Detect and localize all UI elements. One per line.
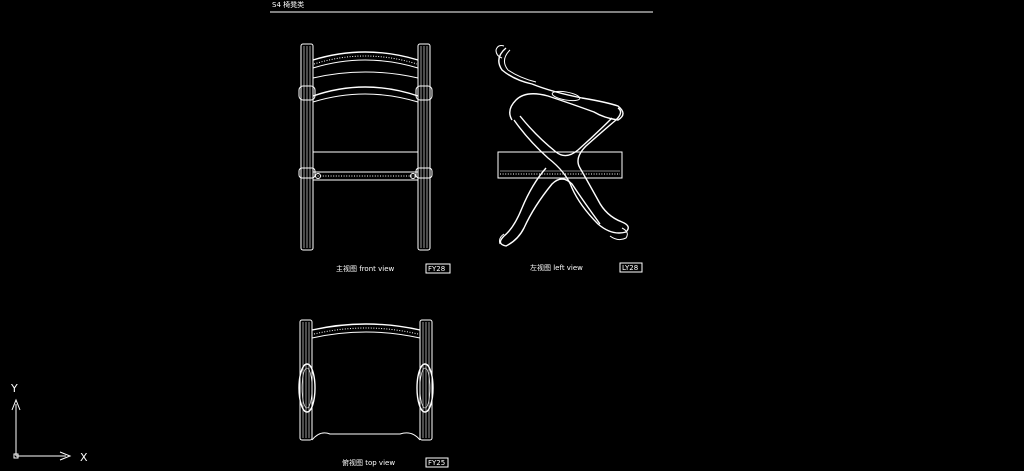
top-view-caption: 俯视图 top view — [342, 458, 395, 467]
sheet-header: S4 椅凳类 — [270, 0, 653, 13]
front-view-left-post — [298, 43, 316, 251]
front-view-top-rail — [312, 51, 419, 79]
left-view-tag: LY28 — [619, 262, 643, 273]
left-view-seat — [497, 151, 623, 179]
sheet-title: S4 椅凳类 — [272, 0, 304, 9]
top-view-seat-front — [311, 432, 421, 441]
front-view-right-post — [415, 43, 433, 251]
top-view[interactable]: 俯视图 top view FY25 — [298, 319, 449, 468]
ucs-y-label: Y — [10, 382, 18, 395]
ucs-icon: Y X — [10, 382, 88, 464]
left-view-caption: 左视图 left view — [530, 263, 583, 272]
top-view-back-rail — [311, 323, 421, 339]
left-view-arm — [495, 45, 624, 121]
front-view-backrest — [312, 86, 419, 103]
front-view-seat — [313, 151, 418, 181]
front-view-tag: FY28 — [425, 263, 451, 274]
ucs-x-label: X — [80, 451, 88, 464]
front-view[interactable]: 主视图 front view FY28 — [298, 43, 451, 274]
svg-text:LY28: LY28 — [622, 264, 638, 272]
left-view-x-frame — [499, 107, 629, 247]
front-view-caption: 主视图 front view — [336, 264, 394, 273]
svg-text:FY28: FY28 — [428, 265, 445, 273]
left-view[interactable]: 左视图 left view LY28 — [495, 45, 643, 273]
svg-text:FY25: FY25 — [428, 459, 445, 467]
cad-drawing-canvas[interactable]: S4 椅凳类 主视图 front view FY28 左视图 left view… — [0, 0, 1024, 471]
top-view-tag: FY25 — [425, 457, 449, 468]
